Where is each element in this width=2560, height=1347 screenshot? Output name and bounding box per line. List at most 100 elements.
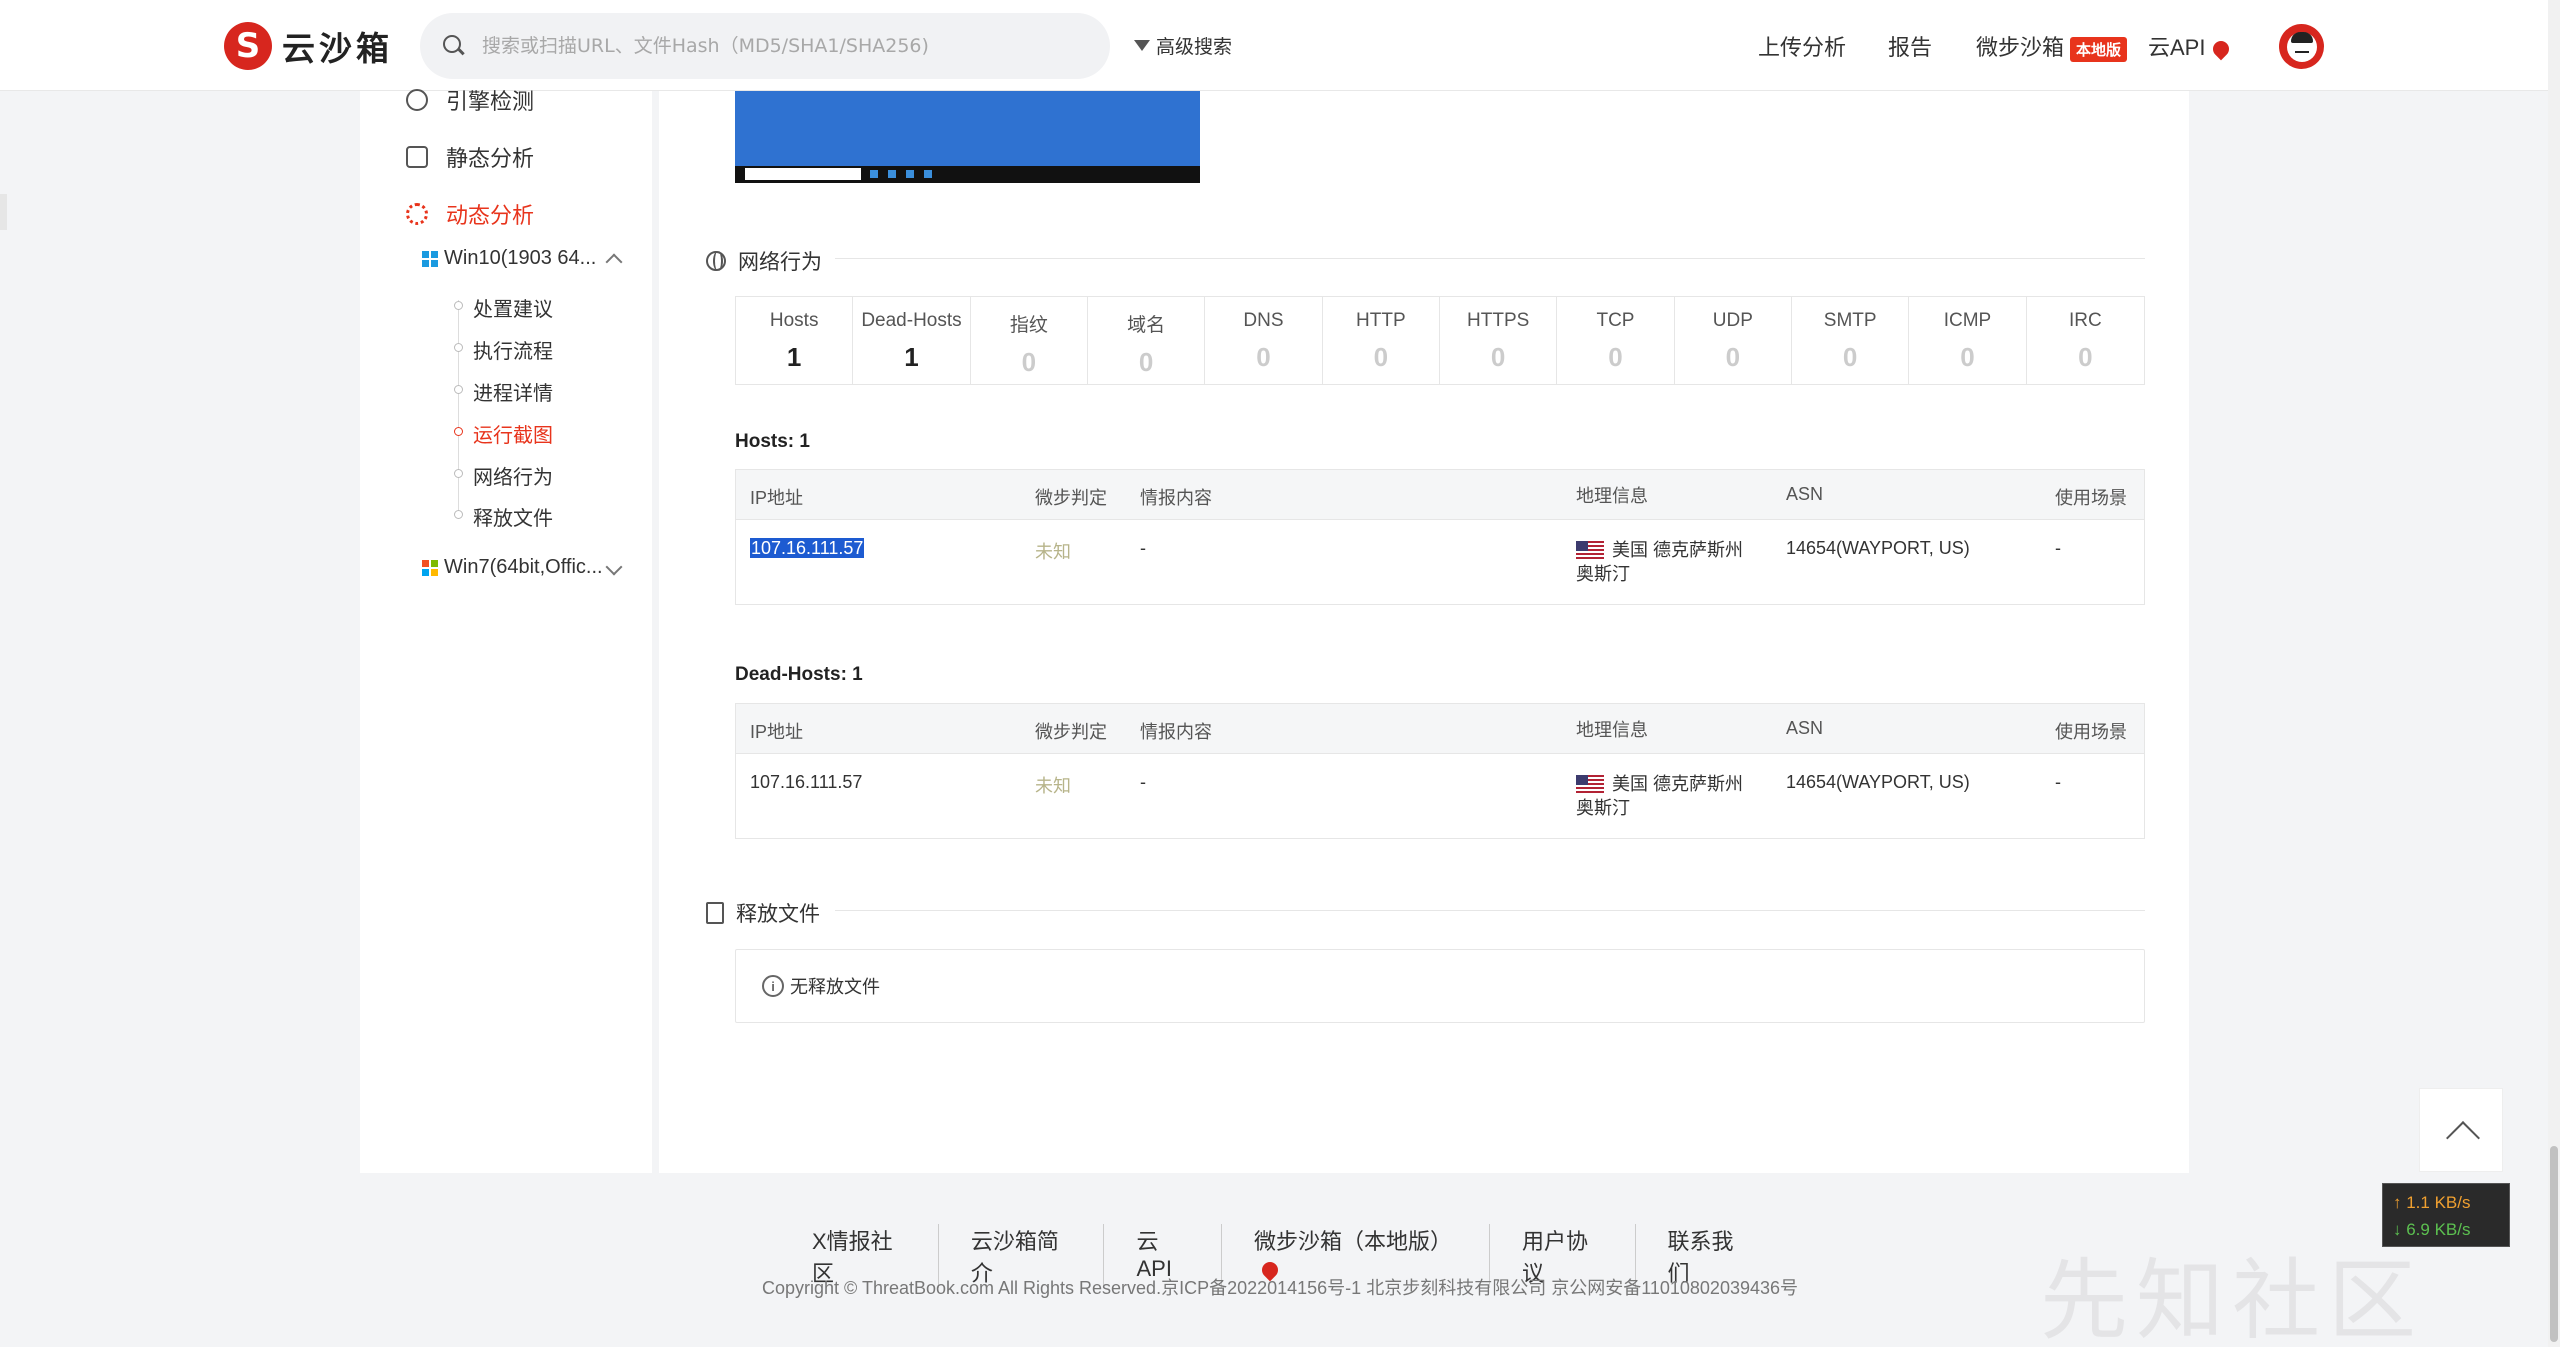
env-win10[interactable]: Win10(1903 64... [422,247,596,270]
list-icon [406,146,428,168]
local-version-badge: 本地版 [2070,36,2128,62]
us-flag-icon [1576,775,1604,793]
table-header: IP地址 微步判定 情报内容 地理信息 ASN 使用场景 [736,704,2144,754]
stat-label: DNS [1243,310,1284,331]
search-input[interactable] [482,35,1082,57]
stat-https[interactable]: HTTPS 0 [1440,297,1558,384]
sidebar-item-engine[interactable]: 引擎检测 [406,84,534,116]
tree-line [458,300,459,512]
sidebar-item-label: 引擎检测 [446,89,535,114]
stat-http[interactable]: HTTP 0 [1323,297,1440,384]
stat-hosts[interactable]: Hosts 1 [736,297,854,384]
stat-tcp[interactable]: TCP 0 [1557,297,1675,384]
scrollbar-track[interactable] [2548,0,2560,1347]
back-to-top-button[interactable] [2419,1088,2503,1172]
released-empty-text: 无释放文件 [790,977,880,997]
column-header: 使用场景 [2055,488,2127,508]
ip-cell[interactable]: 107.16.111.57 [750,772,862,793]
env-win7[interactable]: Win7(64bit,Offic... [422,556,603,579]
ip-cell[interactable]: 107.16.111.57 [750,538,865,559]
stat-label: 域名 [1127,315,1166,336]
dead-hosts-count-label: Dead-Hosts: 1 [735,664,863,685]
scrollbar-thumb[interactable] [2550,1146,2558,1342]
stat-domain[interactable]: 域名 0 [1088,297,1206,384]
logo[interactable]: S 云沙箱 [224,22,393,70]
tree-dot [454,343,463,352]
stat-value: 0 [1256,342,1271,372]
tree-dot [454,427,463,436]
avatar-face-icon [2286,31,2317,62]
stat-label: SMTP [1823,310,1877,331]
stat-label: TCP [1596,310,1635,331]
geo-cell: 美国 德克萨斯州 奥斯汀 [1576,538,1756,586]
column-header: 地理信息 [1576,486,1648,506]
column-header: 情报内容 [1140,722,1212,742]
scene-cell: - [2055,538,2061,558]
stat-value: 0 [1725,342,1741,372]
left-edge-tab [0,194,7,230]
nav-local-sandbox[interactable]: 微步沙箱 本地版 [1976,30,2128,62]
footer-link-label: 微步沙箱（本地版） [1254,1229,1453,1254]
column-header: ASN [1786,484,1824,504]
stat-irc[interactable]: IRC 0 [2027,297,2144,384]
tree-item-flow[interactable]: 执行流程 [473,335,553,364]
info-icon: i [762,975,784,997]
stat-value: 0 [1608,342,1623,372]
tree-item-network[interactable]: 网络行为 [473,461,553,490]
nav-cloud-api[interactable]: 云API [2148,30,2233,62]
stat-udp[interactable]: UDP 0 [1675,297,1792,384]
avatar[interactable] [2279,24,2324,69]
stat-icmp[interactable]: ICMP 0 [1909,297,2027,384]
tree-dot [454,510,463,519]
stat-fingerprint[interactable]: 指纹 0 [971,297,1088,384]
verdict-cell: 未知 [1035,542,1071,562]
network-section-title: 网络行为 [706,246,822,276]
stat-label: HTTP [1356,310,1406,331]
table-row: 107.16.111.57 未知 - 美国 德克萨斯州 奥斯汀 14654(WA… [736,520,2144,604]
released-title: 释放文件 [736,903,820,926]
stat-dead-hosts[interactable]: Dead-Hosts 1 [853,297,971,384]
tree-dot [454,469,463,478]
tree-item-released[interactable]: 释放文件 [473,502,553,531]
geo-cell: 美国 德克萨斯州 奥斯汀 [1576,772,1756,820]
tree-item-screenshot[interactable]: 运行截图 [473,419,553,448]
stat-smtp[interactable]: SMTP 0 [1792,297,1910,384]
selected-ip-text[interactable]: 107.16.111.57 [750,538,865,558]
hosts-table: IP地址 微步判定 情报内容 地理信息 ASN 使用场景 107.16.111.… [735,469,2145,605]
gauge-icon [406,89,428,111]
sidebar-item-label: 动态分析 [446,203,535,228]
tree-dot [454,301,463,310]
column-header: 情报内容 [1140,488,1212,508]
nav-upload[interactable]: 上传分析 [1758,30,1846,62]
tree-item-process[interactable]: 进程详情 [473,377,553,406]
sidebar-item-static[interactable]: 静态分析 [406,141,534,173]
divider [835,258,2145,259]
asn-cell[interactable]: 14654(WAYPORT, US) [1786,538,1970,559]
stat-value: 0 [1842,342,1858,372]
screenshot-taskbar-icons [870,170,932,178]
search-icon [442,34,466,58]
env-win10-label: Win10(1903 64... [444,247,597,269]
advanced-search-button[interactable]: 高级搜索 [1134,32,1232,59]
stat-value: 0 [2078,342,2093,372]
scene-cell: - [2055,772,2061,792]
hosts-count-label: Hosts: 1 [735,431,810,452]
verdict-cell: 未知 [1035,776,1071,796]
asn-cell[interactable]: 14654(WAYPORT, US) [1786,772,1970,793]
tree-item-advice[interactable]: 处置建议 [473,293,553,322]
watermark-text: 先知社区 [2040,1249,2425,1347]
advanced-search-label: 高级搜索 [1156,37,1233,58]
sidebar-item-dynamic[interactable]: 动态分析 [406,198,534,230]
stat-label: Dead-Hosts [861,310,962,331]
stat-value: 1 [904,342,919,372]
stat-value: 0 [1373,342,1389,372]
stat-dns[interactable]: DNS 0 [1205,297,1323,384]
nav-report[interactable]: 报告 [1888,30,1932,62]
sidebar-item-label: 静态分析 [446,146,535,171]
search-bar[interactable] [420,13,1110,79]
column-header: ASN [1786,718,1824,738]
table-header: IP地址 微步判定 情报内容 地理信息 ASN 使用场景 [736,470,2144,520]
nav-cloud-api-label: 云API [2148,35,2206,60]
network-title: 网络行为 [738,251,822,274]
stat-value: 0 [1960,342,1975,372]
